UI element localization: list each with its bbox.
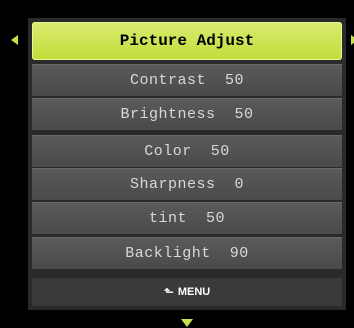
menu-title: Picture Adjust: [32, 22, 342, 60]
return-icon: ⬑: [163, 285, 174, 299]
item-label: Contrast: [129, 72, 206, 89]
item-label: Brightness: [120, 106, 216, 123]
item-value: 50: [234, 106, 254, 123]
down-arrow-icon[interactable]: [181, 319, 193, 327]
menu-item-brightness[interactable]: Brightness 50: [32, 98, 342, 130]
item-label: tint: [148, 210, 187, 227]
item-label: Backlight: [125, 245, 211, 262]
menu-footer-button[interactable]: ⬑ MENU: [32, 278, 342, 306]
footer-label: MENU: [177, 286, 211, 298]
item-value: 0: [234, 176, 245, 193]
item-value: 50: [206, 210, 226, 227]
menu-item-contrast[interactable]: Contrast 50: [32, 64, 342, 96]
item-label: Color: [144, 143, 192, 160]
item-value: 90: [229, 245, 249, 262]
item-value: 50: [210, 143, 230, 160]
item-label: Sharpness: [129, 176, 216, 193]
menu-item-tint[interactable]: tint 50: [32, 202, 342, 234]
item-value: 50: [225, 72, 245, 89]
menu-item-sharpness[interactable]: Sharpness 0: [32, 168, 342, 200]
menu-item-color[interactable]: Color 50: [32, 135, 342, 167]
picture-adjust-menu: Picture Adjust Contrast 50 Brightness 50…: [28, 18, 346, 310]
left-arrow-icon[interactable]: [11, 35, 18, 45]
menu-item-backlight[interactable]: Backlight 90: [32, 237, 342, 269]
